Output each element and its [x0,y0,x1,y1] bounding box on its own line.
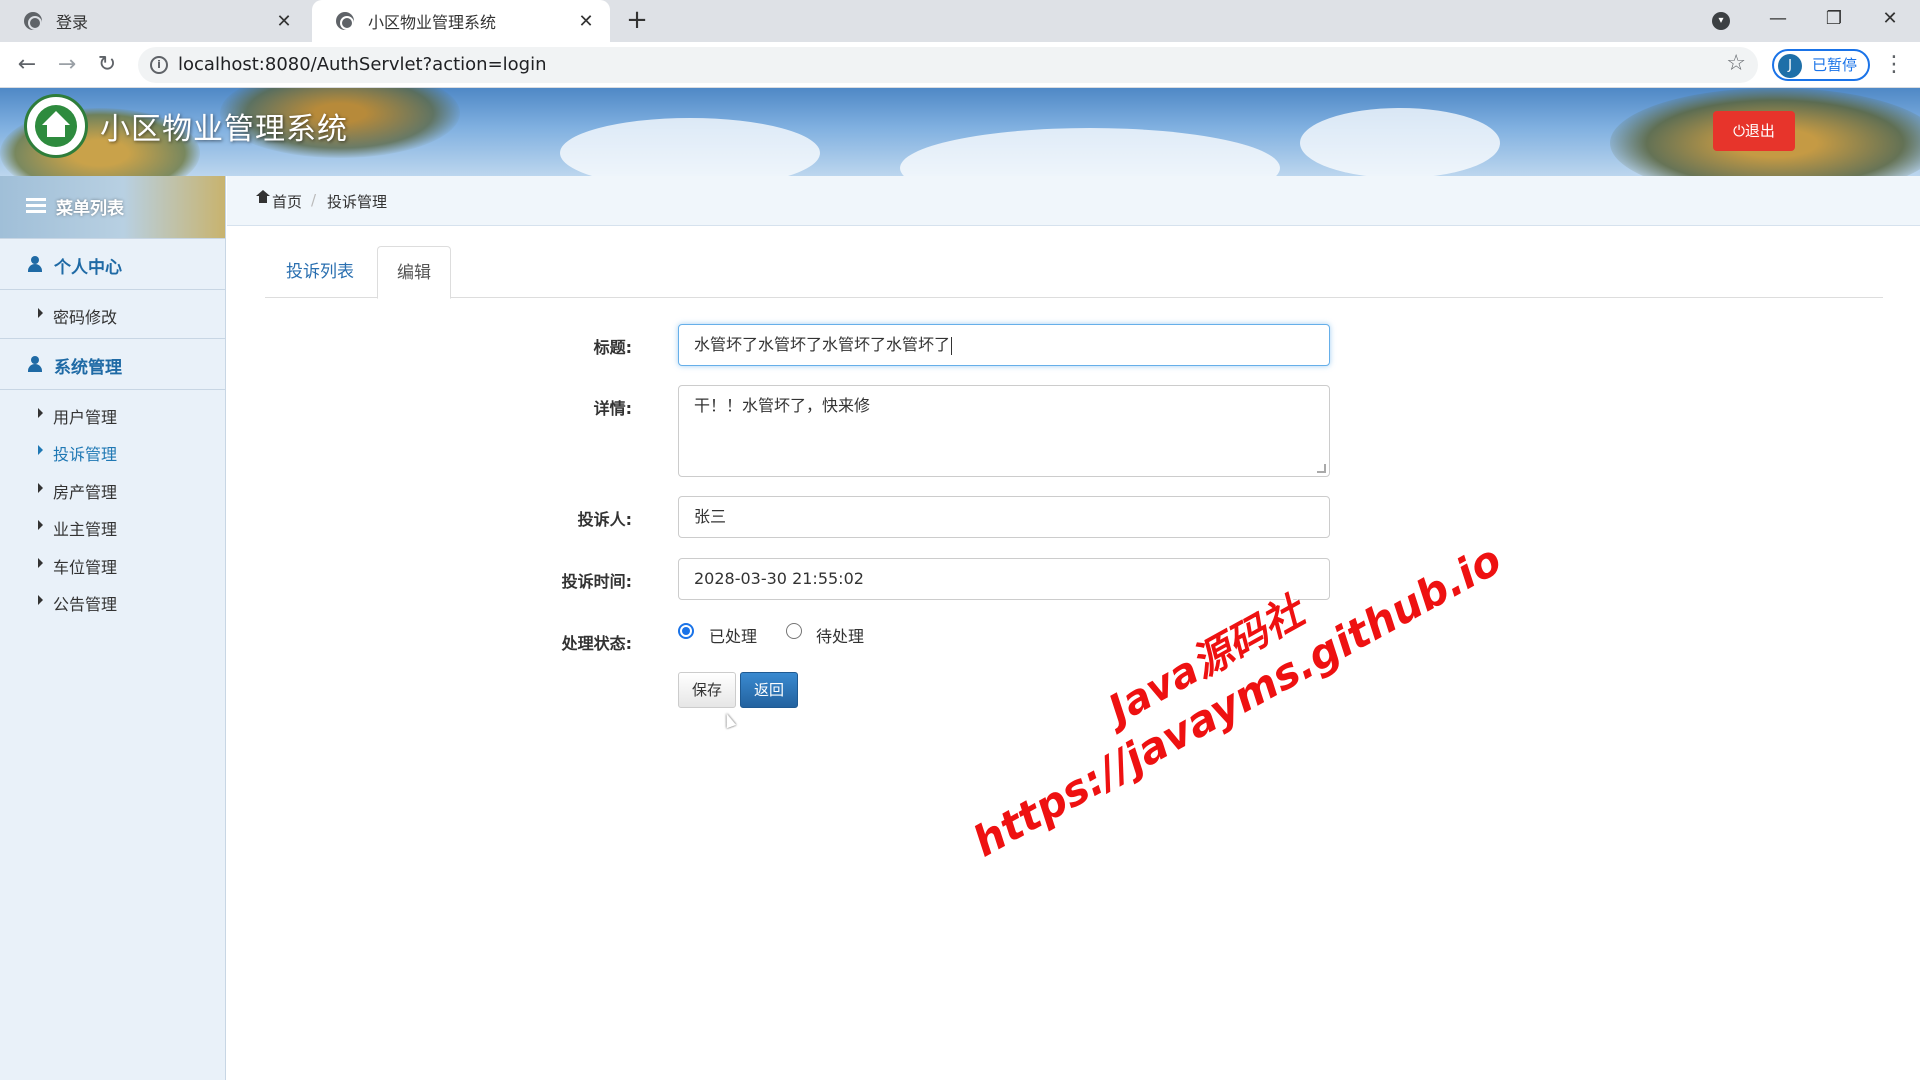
title-value: 水管坏了水管坏了水管坏了水管坏了 [694,335,951,354]
detail-value: 干！！水管坏了，快来修 [694,396,871,415]
complainant-value: 张三 [694,507,727,526]
profile-status: 已暂停 [1812,56,1858,74]
restore-button[interactable]: ❐ [1806,0,1862,42]
page-tabs: 投诉列表 编辑 [265,246,1883,299]
sidebar-item-complaints[interactable]: 投诉管理 [0,433,225,471]
status-label: 处理状态: [561,634,632,653]
detail-label: 详情: [593,399,632,418]
minimize-button[interactable]: — [1750,0,1806,42]
back-arrow-icon[interactable]: ← [12,50,42,80]
sidebar-item-label: 投诉管理 [53,445,118,464]
caret-right-icon [38,482,43,493]
caret-right-icon [38,445,43,455]
browser-tab-title: 小区物业管理系统 [368,13,497,32]
breadcrumb-current: 投诉管理 [327,193,388,211]
url-text[interactable]: localhost:8080/AuthServlet?action=login [178,47,547,83]
browser-tabbar: 登录 ✕ 小区物业管理系统 ✕ + ▾ — ❐ ✕ [0,0,1920,42]
sidebar-group-personal[interactable]: 个人中心 [0,238,225,290]
forward-arrow-icon[interactable]: → [52,50,82,80]
sidebar-sublist: 密码修改 [0,290,225,338]
title-input[interactable]: 水管坏了水管坏了水管坏了水管坏了 [678,324,1330,366]
tab-complaint-list[interactable]: 投诉列表 [265,246,375,298]
profile-button[interactable]: J 已暂停 [1772,49,1870,81]
sidebar-item-label: 密码修改 [53,308,118,327]
radio-processed[interactable] [678,623,694,639]
globe-icon [24,12,42,30]
title-label: 标题: [593,338,632,357]
status-radio-group: 已处理 待处理 [678,623,978,647]
close-icon[interactable]: ✕ [576,11,596,32]
address-bar[interactable]: i localhost:8080/AuthServlet?action=logi… [138,47,1758,83]
save-button[interactable]: 保存 [678,672,736,708]
sidebar-group-label: 系统管理 [54,357,122,378]
reload-icon[interactable]: ↻ [92,50,122,80]
star-icon[interactable]: ☆ [1726,51,1746,76]
sidebar-menu-title: 菜单列表 [56,199,124,219]
breadcrumb: 首页 / 投诉管理 [227,176,1920,226]
tab-edit[interactable]: 编辑 [377,246,451,299]
complainant-input[interactable]: 张三 [678,496,1330,538]
tab-search-icon[interactable]: ▾ [1712,12,1730,30]
caret-right-icon [38,557,43,568]
sidebar-item-property[interactable]: 房产管理 [0,471,225,509]
time-input[interactable]: 2028-03-30 21:55:02 [678,558,1330,600]
logo [24,94,88,158]
radio-processed-label[interactable]: 已处理 [709,623,757,647]
logout-button[interactable]: ⏻退出 [1713,111,1795,151]
sidebar-item-notices[interactable]: 公告管理 [0,583,225,621]
caret-right-icon [38,407,43,418]
browser-tab-current[interactable]: 小区物业管理系统 ✕ [312,0,610,42]
sidebar-item-label: 公告管理 [53,595,118,614]
info-icon[interactable]: i [150,56,168,74]
breadcrumb-home-link[interactable]: 首页 [272,191,302,212]
browser-toolbar: ← → ↻ i localhost:8080/AuthServlet?actio… [0,42,1920,88]
sidebar-group-system[interactable]: 系统管理 [0,337,225,390]
time-value: 2028-03-30 21:55:02 [694,569,864,588]
sidebar-item-password[interactable]: 密码修改 [0,296,225,334]
radio-pending[interactable] [786,623,802,639]
close-window-button[interactable]: ✕ [1862,0,1918,42]
detail-textarea[interactable]: 干！！水管坏了，快来修 [678,385,1330,477]
sidebar-sublist: 用户管理 投诉管理 房产管理 业主管理 车位管理 公告管理 [0,390,225,625]
sidebar-item-label: 房产管理 [53,482,118,502]
resize-handle[interactable] [1317,464,1326,473]
plus-icon[interactable]: + [622,6,652,36]
caret-right-icon [38,520,43,530]
caret-right-icon [38,595,43,605]
app-title: 小区物业管理系统 [100,112,348,147]
back-button[interactable]: 返回 [740,672,798,708]
sidebar-item-label: 用户管理 [53,407,118,427]
time-label: 投诉时间: [561,572,632,591]
app-header: 小区物业管理系统 ⏻退出 [0,88,1920,176]
sidebar-menu-header: 菜单列表 [0,176,225,238]
sidebar-group-label: 个人中心 [54,258,122,278]
user-icon [28,256,42,272]
cloud-decoration [900,128,1280,176]
home-icon [256,190,270,205]
more-menu-icon[interactable]: ⋮ [1882,50,1906,80]
complainant-label: 投诉人: [577,510,632,529]
sidebar-item-owners[interactable]: 业主管理 [0,508,225,546]
cloud-decoration [560,118,820,176]
sidebar-item-label: 业主管理 [53,520,118,539]
radio-pending-label[interactable]: 待处理 [816,623,864,647]
sidebar-item-label: 车位管理 [53,557,118,577]
user-icon [28,355,42,372]
globe-icon [336,12,354,30]
avatar: J [1778,54,1802,78]
menu-list-icon [26,198,46,214]
breadcrumb-separator: / [311,191,317,209]
cloud-decoration [1300,108,1500,176]
sidebar-item-parking[interactable]: 车位管理 [0,546,225,584]
text-caret [951,336,953,355]
sidebar: 菜单列表 个人中心 密码修改 系统管理 用户管理 投诉管理 房产管理 业主管理 [0,176,226,1080]
browser-tab-login[interactable]: 登录 ✕ [0,0,308,42]
close-icon[interactable]: ✕ [274,11,294,32]
caret-right-icon [38,308,43,318]
mouse-cursor [721,711,737,729]
sidebar-item-users[interactable]: 用户管理 [0,396,225,434]
browser-tab-title: 登录 [56,13,89,32]
